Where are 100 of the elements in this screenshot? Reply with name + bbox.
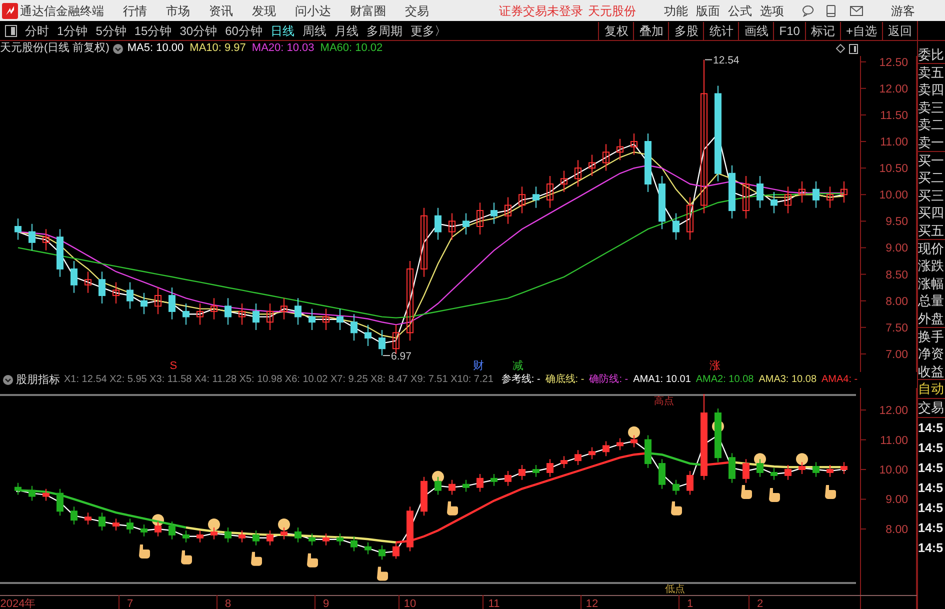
legend-value: MA60: 10.02: [320, 41, 383, 56]
legend-value: AMA1: 10.01: [633, 373, 691, 387]
event-tag[interactable]: 减: [512, 360, 524, 372]
candle: [392, 542, 400, 560]
panel-toggle-icon[interactable]: [5, 24, 17, 36]
phone-icon[interactable]: [826, 4, 836, 16]
candle: [210, 527, 218, 540]
peak-marker: [432, 470, 444, 483]
price-axis-label: 12.00: [879, 405, 908, 417]
candle: [266, 530, 274, 546]
candle: [350, 536, 358, 552]
candle: [196, 530, 204, 543]
menu-item[interactable]: 行情: [123, 2, 147, 20]
menu-item[interactable]: 功能: [664, 2, 688, 20]
toolbar-button[interactable]: +自选: [840, 22, 882, 40]
chat-icon[interactable]: [802, 4, 814, 16]
login-status[interactable]: 证券交易未登录: [499, 2, 583, 20]
diamond-icon[interactable]: [836, 44, 845, 53]
price-axis-label: 8.50: [886, 269, 908, 282]
menu-item[interactable]: 公式: [728, 2, 752, 20]
legend-value: MA10: 9.97: [190, 41, 246, 56]
candle: [196, 303, 204, 326]
period-tab[interactable]: 周线: [298, 22, 330, 40]
candle: [518, 464, 526, 480]
candle: [252, 530, 260, 546]
quote-field-label: 总量: [918, 292, 945, 310]
price-axis-label: 12.50: [879, 56, 908, 69]
candle: [280, 298, 288, 320]
period-tab[interactable]: 分时: [21, 22, 53, 40]
candle: [840, 180, 848, 204]
menu-item[interactable]: 资讯: [209, 2, 233, 20]
toolbar-button[interactable]: 统计: [703, 22, 738, 40]
chevron-down-icon[interactable]: [3, 375, 13, 385]
candle: [784, 186, 792, 214]
candle: [98, 512, 106, 531]
app-logo-icon: [2, 2, 18, 18]
candle: [462, 212, 470, 235]
pointing-hand-icon: [139, 544, 150, 558]
mode-tab[interactable]: 自动: [918, 380, 945, 400]
event-tag[interactable]: S: [170, 360, 178, 372]
candle: [126, 518, 134, 534]
candle: [308, 308, 316, 331]
chevron-down-icon[interactable]: [113, 44, 124, 54]
period-tab[interactable]: 30分钟: [176, 22, 222, 40]
price-axis-label: 8.00: [886, 296, 908, 308]
quote-field-label: 涨幅: [918, 274, 945, 292]
toolbar-button[interactable]: 叠加: [633, 22, 668, 40]
candle: [28, 223, 36, 251]
period-tab[interactable]: 日线: [266, 22, 298, 40]
panel-toggle-icon[interactable]: [849, 44, 858, 54]
candle: [140, 524, 148, 537]
menu-item[interactable]: 问小达: [295, 2, 331, 20]
candle: [112, 282, 120, 304]
candle: [448, 479, 456, 496]
candle: [728, 452, 736, 484]
mode-tab[interactable]: 交易: [918, 399, 945, 418]
pointing-hand-icon: [251, 552, 262, 566]
candle: [560, 170, 568, 192]
menu-item[interactable]: 市场: [166, 2, 190, 20]
event-tag[interactable]: 财: [473, 360, 484, 372]
menu-item[interactable]: 交易: [405, 2, 429, 20]
mail-icon[interactable]: [850, 6, 863, 16]
toolbar-button[interactable]: 画线: [738, 22, 774, 40]
stock-name: 天元股份: [588, 2, 636, 20]
candle: [602, 144, 610, 172]
legend-value: AMA3: 10.08: [758, 373, 817, 387]
period-tab[interactable]: 60分钟: [221, 22, 266, 40]
toolbar-button[interactable]: 复权: [598, 22, 634, 40]
high-point-label: 高点: [654, 396, 674, 407]
trade-time: 14:5: [918, 480, 944, 498]
toolbar-button[interactable]: 返回: [882, 22, 917, 40]
candle: [266, 303, 274, 331]
menu-item[interactable]: 财富圈: [350, 2, 386, 20]
menu-item[interactable]: 版面: [696, 2, 720, 20]
price-axis-label: 10.50: [879, 163, 908, 176]
candle: [574, 450, 582, 466]
date-axis-label: 11: [488, 598, 500, 609]
toolbar-button[interactable]: 标记: [804, 22, 840, 40]
period-tab[interactable]: 1分钟: [53, 22, 92, 40]
pointing-hand-icon: [377, 566, 388, 581]
candle: [714, 408, 722, 463]
peak-marker: [796, 453, 808, 466]
price-axis-label: 10.00: [879, 190, 908, 202]
menu-item[interactable]: 选项: [760, 2, 784, 20]
period-tab[interactable]: 更多〉: [406, 22, 450, 40]
event-tag[interactable]: 涨: [710, 360, 721, 372]
period-tab[interactable]: 多周期: [362, 22, 406, 40]
candle: [56, 488, 64, 516]
toolbar-button[interactable]: F10: [773, 22, 805, 40]
period-tab[interactable]: 5分钟: [92, 22, 130, 40]
candle: [588, 446, 596, 460]
date-axis-label: 8: [224, 598, 232, 609]
candle: [742, 458, 750, 484]
candle: [308, 532, 316, 546]
menu-item[interactable]: 发现: [252, 2, 276, 20]
user-name[interactable]: 游客: [891, 2, 915, 20]
period-tab[interactable]: 15分钟: [130, 22, 176, 40]
period-tab[interactable]: 月线: [330, 22, 362, 40]
candle: [378, 330, 386, 356]
toolbar-button[interactable]: 多股: [668, 22, 704, 40]
